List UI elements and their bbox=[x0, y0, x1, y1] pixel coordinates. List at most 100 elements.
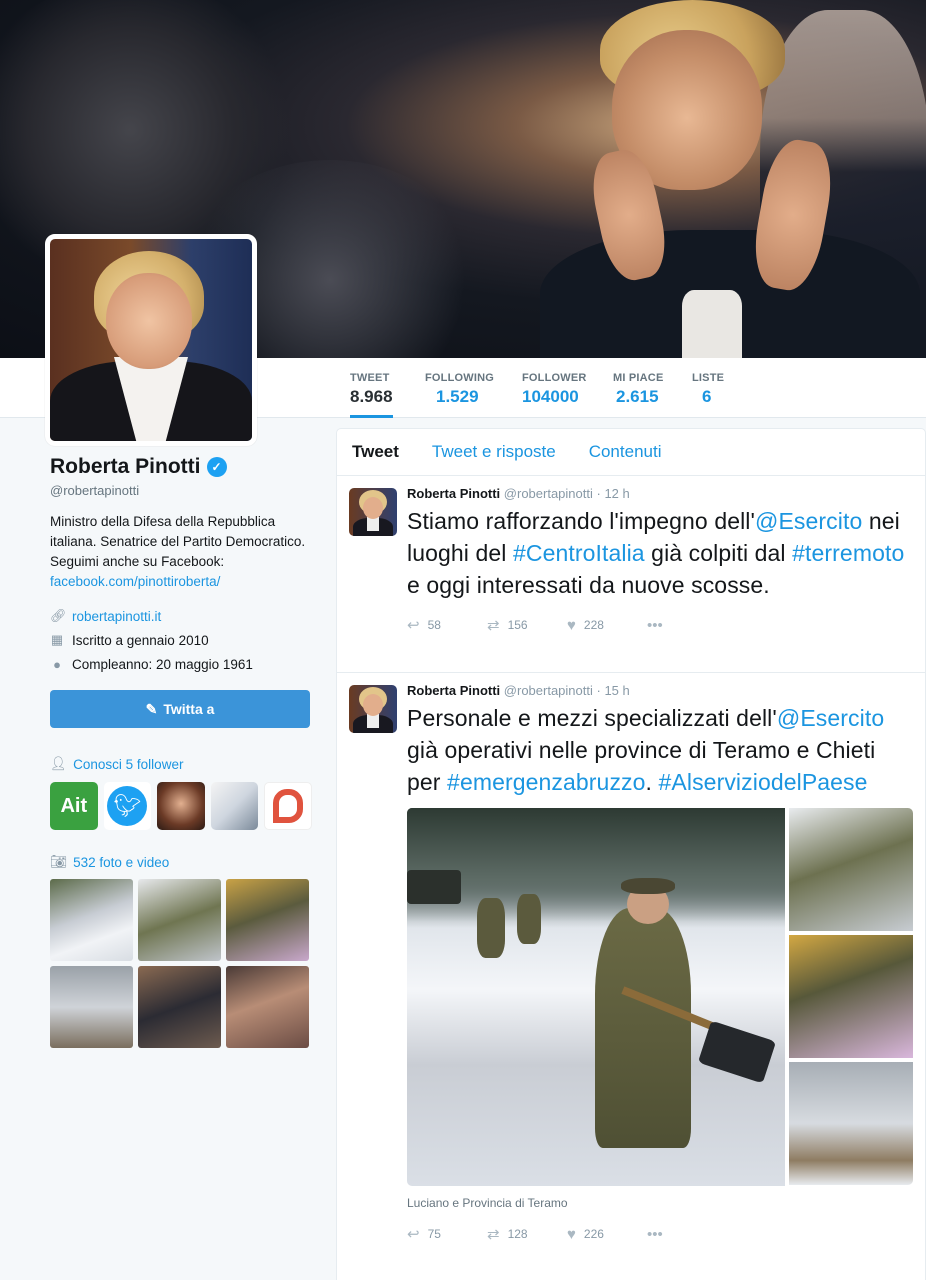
verified-icon: ✓ bbox=[206, 457, 227, 477]
profile-handle[interactable]: @robertapinotti bbox=[50, 483, 312, 498]
calendar-icon: ▦ bbox=[50, 632, 64, 647]
reply-count: 75 bbox=[427, 1227, 441, 1241]
periscope-icon bbox=[273, 789, 304, 823]
tweet-timestamp[interactable]: · 15 h bbox=[597, 683, 630, 698]
reply-icon: ↩ bbox=[407, 617, 420, 634]
stat-label: LISTE bbox=[692, 372, 725, 384]
reply-icon: ↩ bbox=[407, 1226, 420, 1243]
media-thumbnail[interactable] bbox=[50, 879, 133, 961]
retweet-count: 128 bbox=[507, 1227, 528, 1241]
stat-label: MI PIACE bbox=[613, 372, 664, 384]
retweet-icon: ⇄ bbox=[487, 1226, 500, 1243]
like-count: 228 bbox=[583, 618, 604, 632]
tweet-actions: ↩ 75 ⇄ 128 ♥ 226 ••• bbox=[407, 1225, 910, 1244]
more-icon: ••• bbox=[647, 1225, 663, 1243]
hashtag-link[interactable]: #emergenzabruzzo bbox=[447, 769, 646, 795]
timeline-tabs: Tweet Tweet e risposte Contenuti bbox=[337, 429, 925, 476]
compose-icon: ✎ bbox=[145, 700, 158, 717]
mention-link[interactable]: @Esercito bbox=[755, 508, 862, 534]
tweet-header: Roberta Pinotti @robertapinotti · 12 h bbox=[407, 486, 910, 501]
retweet-button[interactable]: ⇄ 156 bbox=[487, 616, 567, 634]
follower-avatar[interactable] bbox=[264, 782, 312, 830]
retweet-count: 156 bbox=[507, 618, 528, 632]
bio-text: Ministro della Difesa della Repubblica i… bbox=[50, 514, 306, 569]
stat-likes[interactable]: MI PIACE 2.615 bbox=[613, 358, 664, 418]
tab-tweets-and-replies[interactable]: Tweet e risposte bbox=[432, 442, 556, 462]
website-link[interactable]: robertapinotti.it bbox=[72, 609, 161, 624]
tweet[interactable]: Roberta Pinotti @robertapinotti · 15 h P… bbox=[337, 673, 925, 1252]
media-thumbnail[interactable] bbox=[50, 966, 133, 1048]
followers-you-know[interactable]: 👤︎ Conosci 5 follower bbox=[50, 756, 312, 772]
tab-media[interactable]: Contenuti bbox=[589, 442, 662, 462]
tweet-author-handle[interactable]: @robertapinotti bbox=[504, 683, 593, 698]
profile-avatar[interactable] bbox=[45, 234, 257, 446]
tweet-author-handle[interactable]: @robertapinotti bbox=[504, 486, 593, 501]
hashtag-link[interactable]: #CentroItalia bbox=[513, 540, 645, 566]
stat-follower[interactable]: FOLLOWER 104000 bbox=[522, 358, 587, 418]
media-thumbnail[interactable] bbox=[226, 879, 309, 961]
followers-you-know-label: Conosci 5 follower bbox=[73, 756, 184, 772]
stat-value: 104000 bbox=[522, 387, 579, 406]
stat-following[interactable]: FOLLOWING 1.529 bbox=[425, 358, 494, 418]
tweet-text: Stiamo rafforzando l'impegno dell'@Eserc… bbox=[407, 505, 910, 601]
profile-card: Roberta Pinotti ✓ @robertapinotti Minist… bbox=[50, 455, 312, 1048]
tweet[interactable]: Roberta Pinotti @robertapinotti · 12 h S… bbox=[337, 476, 925, 673]
stat-value: 8.968 bbox=[350, 387, 393, 406]
hashtag-link[interactable]: #AlserviziodelPaese bbox=[659, 769, 868, 795]
tweet-to-button[interactable]: ✎ Twitta a bbox=[50, 690, 310, 728]
tweet-timestamp[interactable]: · 12 h bbox=[597, 486, 630, 501]
retweet-button[interactable]: ⇄ 128 bbox=[487, 1225, 567, 1243]
retweet-icon: ⇄ bbox=[487, 617, 500, 634]
tweet-avatar[interactable] bbox=[349, 488, 397, 536]
like-button[interactable]: ♥ 226 bbox=[567, 1226, 647, 1243]
follower-avatar[interactable]: 🐦︎ bbox=[103, 782, 152, 830]
profile-name-row: Roberta Pinotti ✓ bbox=[50, 455, 312, 479]
media-photo[interactable] bbox=[789, 1062, 913, 1185]
stat-tweet[interactable]: TWEET 8.968 bbox=[350, 358, 393, 418]
media-column bbox=[789, 808, 913, 1186]
heart-icon: ♥ bbox=[567, 1225, 576, 1243]
person-icon: 👤︎ bbox=[50, 756, 68, 771]
birthday: Compleanno: 20 maggio 1961 bbox=[72, 656, 253, 672]
like-button[interactable]: ♥ 228 bbox=[567, 617, 647, 634]
media-thumbnail[interactable] bbox=[138, 879, 221, 961]
media-grid bbox=[50, 879, 312, 1048]
reply-button[interactable]: ↩ 58 bbox=[407, 616, 487, 634]
tweet-author-name[interactable]: Roberta Pinotti bbox=[407, 486, 500, 501]
media-thumbnail[interactable] bbox=[138, 966, 221, 1048]
profile-meta: 🔗︎ robertapinotti.it ▦ Iscritto a gennaio … bbox=[50, 604, 312, 676]
media-photo[interactable] bbox=[789, 808, 913, 931]
tweet-avatar[interactable] bbox=[349, 685, 397, 733]
media-caption: Luciano e Provincia di Teramo bbox=[407, 1196, 568, 1210]
tweet-to-label: Twitta a bbox=[163, 701, 215, 717]
stat-value: 2.615 bbox=[616, 387, 659, 406]
twitter-bird-icon: 🐦︎ bbox=[107, 786, 148, 826]
more-button[interactable]: ••• bbox=[647, 1226, 727, 1243]
bio-facebook-link[interactable]: facebook.com/pinottiroberta/ bbox=[50, 574, 220, 589]
profile-name[interactable]: Roberta Pinotti bbox=[50, 455, 201, 479]
timeline: Tweet Tweet e risposte Contenuti Roberta… bbox=[336, 428, 926, 1280]
tweet-header: Roberta Pinotti @robertapinotti · 15 h bbox=[407, 683, 910, 698]
media-photo[interactable] bbox=[789, 935, 913, 1058]
stat-label: FOLLOWER bbox=[522, 372, 587, 384]
stat-value: 6 bbox=[702, 387, 712, 406]
tweet-media bbox=[407, 808, 913, 1186]
media-gallery-link[interactable]: 📷︎ 532 foto e video bbox=[50, 854, 312, 870]
follower-avatar[interactable] bbox=[157, 782, 205, 830]
mention-link[interactable]: @Esercito bbox=[777, 705, 884, 731]
tab-tweets[interactable]: Tweet bbox=[352, 442, 399, 462]
reply-count: 58 bbox=[427, 618, 441, 632]
more-icon: ••• bbox=[647, 616, 663, 634]
follower-avatar[interactable]: Ait bbox=[50, 782, 98, 830]
hashtag-link[interactable]: #terremoto bbox=[792, 540, 904, 566]
reply-button[interactable]: ↩ 75 bbox=[407, 1225, 487, 1243]
more-button[interactable]: ••• bbox=[647, 617, 727, 634]
stat-value: 1.529 bbox=[436, 387, 479, 406]
stat-lists[interactable]: LISTE 6 bbox=[692, 358, 724, 418]
follower-avatar[interactable] bbox=[210, 782, 259, 830]
tweet-actions: ↩ 58 ⇄ 156 ♥ 228 ••• bbox=[407, 616, 910, 635]
media-thumbnail[interactable] bbox=[226, 966, 309, 1048]
tweet-author-name[interactable]: Roberta Pinotti bbox=[407, 683, 500, 698]
camera-icon: 📷︎ bbox=[50, 854, 68, 869]
media-photo[interactable] bbox=[407, 808, 785, 1186]
